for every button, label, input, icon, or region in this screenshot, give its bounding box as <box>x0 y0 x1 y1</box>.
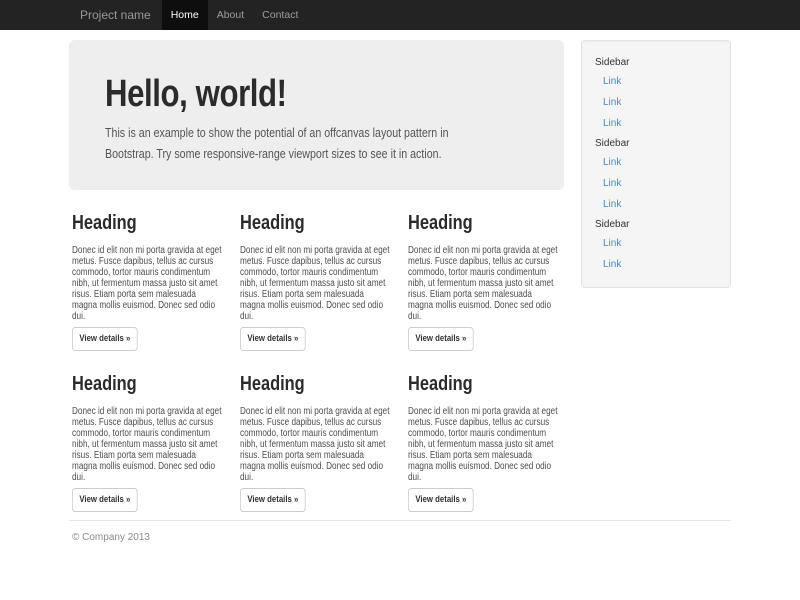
card-heading: Heading <box>72 373 137 396</box>
content-card: Heading Donec id elit non mi porta gravid… <box>240 212 392 351</box>
copyright-text: © Company 2013 <box>72 532 731 543</box>
nav-link-home[interactable]: Home <box>162 0 208 30</box>
content-row: Hello, world! This is an example to show… <box>69 40 731 512</box>
navbar-brand[interactable]: Project name <box>69 0 162 30</box>
sidebar-link[interactable]: Link <box>595 92 717 113</box>
view-details-button[interactable]: View details » <box>240 488 306 512</box>
sidebar-link[interactable]: Link <box>595 71 717 92</box>
footer: © Company 2013 <box>69 520 731 543</box>
jumbotron-description: This is an example to show the potential… <box>105 122 449 164</box>
sidebar-link[interactable]: Link <box>595 194 717 215</box>
navbar-inner: Project name HomeAboutContact <box>0 0 800 30</box>
card-body: Donec id elit non mi porta gravida at eg… <box>408 245 558 322</box>
card-body: Donec id elit non mi porta gravida at eg… <box>72 245 222 322</box>
nav-item-about[interactable]: About <box>208 0 253 30</box>
content-card: Heading Donec id elit non mi porta gravid… <box>408 373 560 512</box>
card-body: Donec id elit non mi porta gravida at eg… <box>240 245 390 322</box>
main-column: Hello, world! This is an example to show… <box>69 40 564 512</box>
view-details-button[interactable]: View details » <box>240 327 306 351</box>
card-heading: Heading <box>408 212 473 235</box>
sidebar: SidebarLinkLinkLinkSidebarLinkLinkLinkSi… <box>581 40 731 288</box>
card-body: Donec id elit non mi porta gravida at eg… <box>408 406 558 483</box>
navbar-menu: HomeAboutContact <box>162 0 308 30</box>
sidebar-link[interactable]: Link <box>595 173 717 194</box>
card-heading: Heading <box>240 373 305 396</box>
sidebar-link[interactable]: Link <box>595 233 717 254</box>
sidebar-link[interactable]: Link <box>595 152 717 173</box>
view-details-button[interactable]: View details » <box>408 488 474 512</box>
card-body: Donec id elit non mi porta gravida at eg… <box>240 406 390 483</box>
sidebar-link[interactable]: Link <box>595 254 717 275</box>
sidebar-link[interactable]: Link <box>595 113 717 134</box>
nav-item-home[interactable]: Home <box>162 0 208 30</box>
card-heading: Heading <box>240 212 305 235</box>
sidebar-header: Sidebar <box>595 137 717 150</box>
nav-link-contact[interactable]: Contact <box>253 0 307 30</box>
sidebar-header: Sidebar <box>595 218 717 231</box>
footer-divider <box>69 520 731 521</box>
content-card: Heading Donec id elit non mi porta gravid… <box>72 373 224 512</box>
view-details-button[interactable]: View details » <box>408 327 474 351</box>
cards-grid: Heading Donec id elit non mi porta gravid… <box>69 212 564 512</box>
nav-item-contact[interactable]: Contact <box>253 0 307 30</box>
content-card: Heading Donec id elit non mi porta gravid… <box>408 212 560 351</box>
jumbotron-title: Hello, world! <box>105 74 287 114</box>
navbar: Project name HomeAboutContact <box>0 0 800 30</box>
card-heading: Heading <box>72 212 137 235</box>
sidebar-header: Sidebar <box>595 56 717 69</box>
card-body: Donec id elit non mi porta gravida at eg… <box>72 406 222 483</box>
content-card: Heading Donec id elit non mi porta gravid… <box>72 212 224 351</box>
view-details-button[interactable]: View details » <box>72 327 138 351</box>
jumbotron: Hello, world! This is an example to show… <box>69 40 564 190</box>
nav-link-about[interactable]: About <box>208 0 253 30</box>
card-heading: Heading <box>408 373 473 396</box>
content-card: Heading Donec id elit non mi porta gravid… <box>240 373 392 512</box>
page-container: Hello, world! This is an example to show… <box>69 40 731 543</box>
view-details-button[interactable]: View details » <box>72 488 138 512</box>
